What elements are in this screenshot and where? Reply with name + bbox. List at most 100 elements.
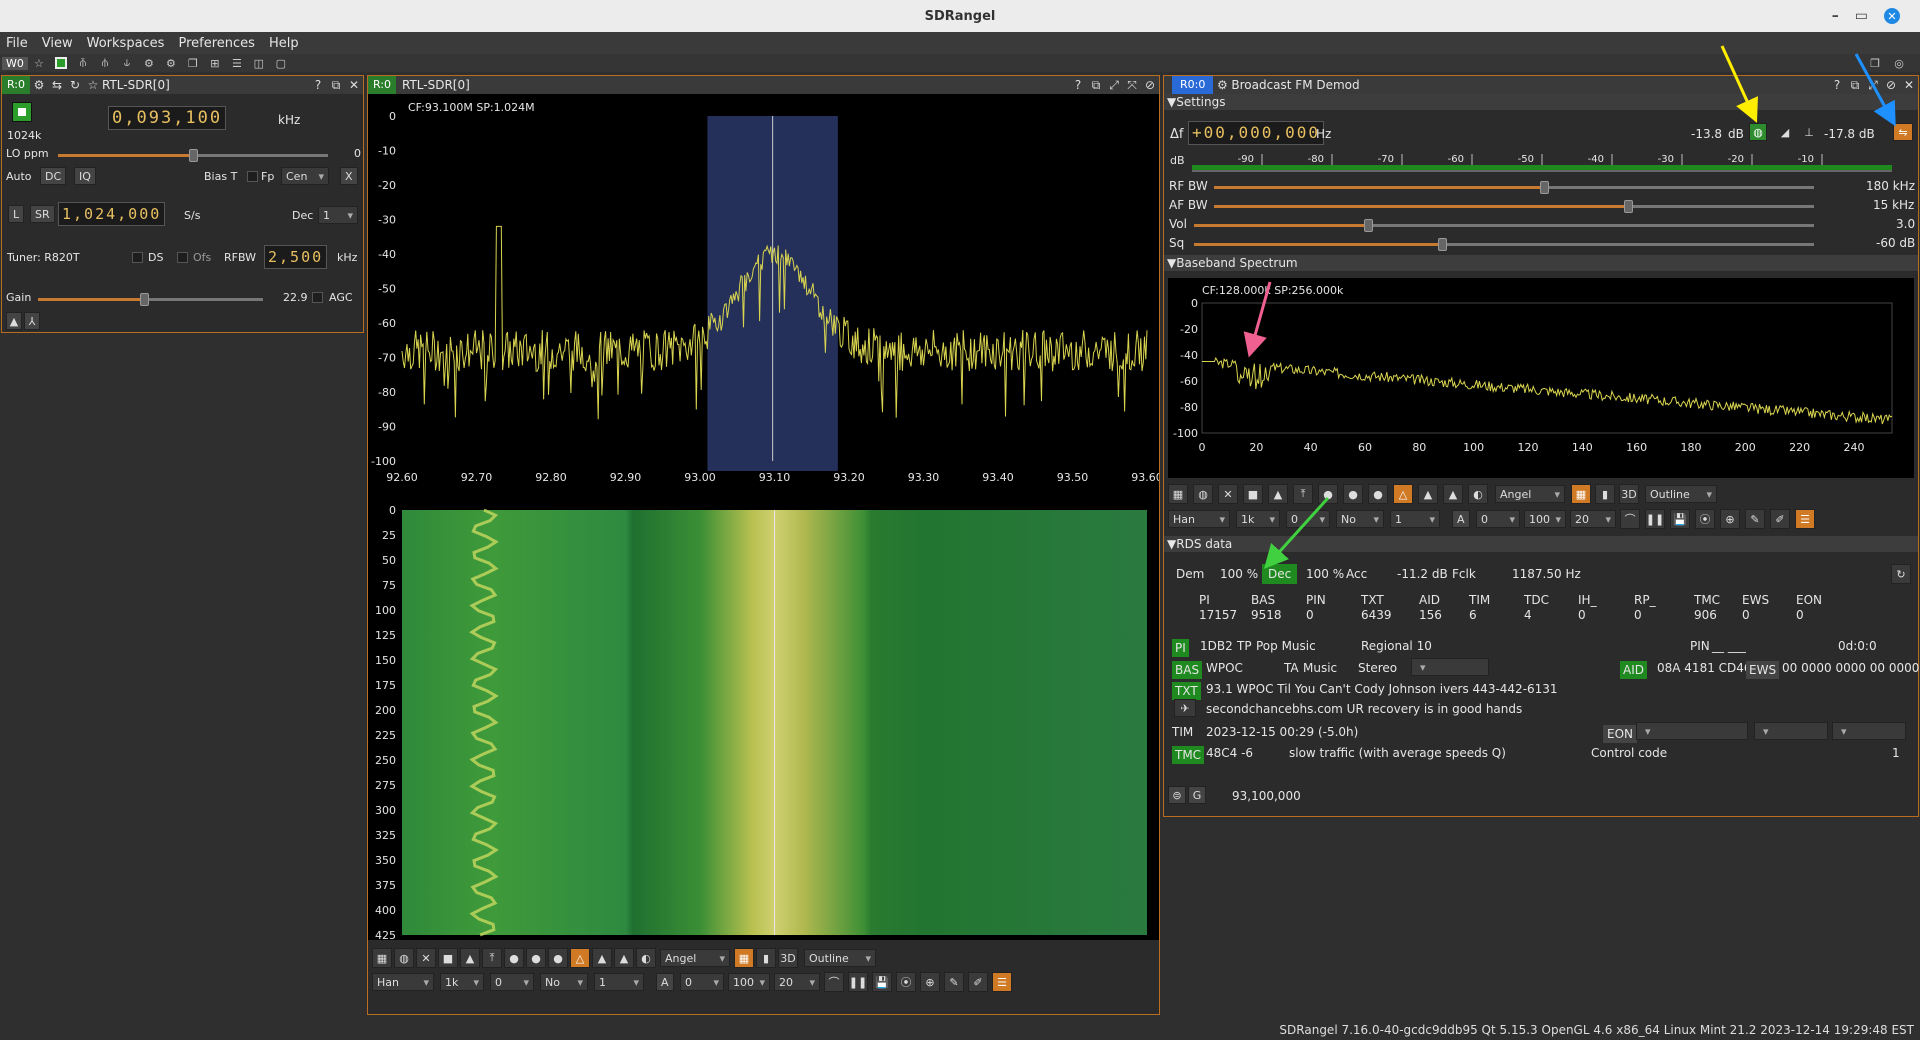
eon-select-2[interactable] — [1754, 722, 1828, 740]
broadcast-icon[interactable]: ⦿ — [896, 972, 916, 992]
marker2-icon[interactable]: ▲ — [614, 948, 634, 968]
help-icon[interactable]: ? — [1828, 78, 1846, 92]
peak-marker-icon[interactable]: △ — [1393, 484, 1413, 504]
marker-icon[interactable]: ▲ — [1418, 484, 1438, 504]
bb-ref-spin[interactable]: 0 — [1286, 510, 1330, 528]
favorite-icon[interactable]: ☆ — [84, 78, 102, 92]
bb-fft-size-select[interactable]: 1k — [1236, 510, 1280, 528]
avg-select[interactable]: 1 — [594, 973, 644, 991]
range-spin[interactable]: 100 — [728, 973, 770, 991]
grid-icon[interactable]: ▦ — [1168, 484, 1188, 504]
maximize-icon[interactable]: ⤧ — [1123, 78, 1141, 93]
feature-presets-icon[interactable]: ⚙ — [160, 55, 182, 71]
ruler-icon[interactable]: ✎ — [944, 972, 964, 992]
settings-icon[interactable]: ⚙ — [30, 78, 48, 92]
fps-select[interactable]: 20 — [774, 973, 820, 991]
auto-stack-icon[interactable]: ▢ — [270, 55, 292, 71]
max-hold-icon[interactable]: ⤒ — [482, 948, 502, 968]
bb-avg-select[interactable]: 1 — [1390, 510, 1440, 528]
undock-icon[interactable]: ⧉ — [327, 78, 345, 93]
overlap-select[interactable]: No — [540, 973, 588, 991]
linear-icon[interactable]: ⌒ — [1620, 509, 1640, 529]
mimo-icon[interactable]: ⅄ — [24, 312, 40, 330]
x-button[interactable]: X — [340, 167, 358, 185]
afbw-slider[interactable] — [1214, 200, 1814, 213]
grid-icon[interactable]: ▦ — [372, 948, 392, 968]
baseband-section-header[interactable]: ▼ Baseband Spectrum — [1164, 255, 1918, 271]
rfbw-slider[interactable] — [1214, 181, 1814, 194]
avg-icon[interactable]: ● — [1318, 484, 1338, 504]
sr-button[interactable]: SR — [30, 205, 55, 223]
save-icon[interactable]: 💾 — [1670, 509, 1690, 529]
eon-select-3[interactable] — [1832, 722, 1906, 740]
palette-icon[interactable]: ◐ — [636, 948, 656, 968]
spectrum-waterfall-icon[interactable]: ▦ — [1571, 484, 1591, 504]
df-lcd[interactable]: +00,000,000 — [1188, 121, 1324, 145]
eon-select-1[interactable] — [1636, 722, 1748, 740]
undock-icon[interactable]: ⧉ — [1087, 78, 1105, 93]
tile-icon[interactable]: ⊞ — [204, 55, 226, 71]
3dmap-icon[interactable]: 3D — [778, 948, 798, 968]
3d-icon[interactable]: ▮ — [756, 948, 776, 968]
stack-vertical-icon[interactable]: ◫ — [248, 55, 270, 71]
fullscreen-icon[interactable]: ⤢ — [1105, 78, 1123, 93]
close-icon[interactable]: ✕ — [1884, 8, 1900, 24]
clear-icon[interactable]: ✕ — [416, 948, 436, 968]
help-icon[interactable]: ? — [1069, 78, 1087, 92]
change-device-icon[interactable]: ⇆ — [48, 78, 66, 92]
peak-icon[interactable]: ▲ — [460, 948, 480, 968]
fft-size-select[interactable]: 1k — [440, 973, 484, 991]
window-select[interactable]: Han — [372, 973, 434, 991]
wrench-icon[interactable]: ✐ — [968, 972, 988, 992]
add-tx-icon[interactable]: ⫛ — [94, 55, 116, 71]
iq-button[interactable]: IQ — [74, 167, 96, 185]
target-icon[interactable]: ⊕ — [1720, 509, 1740, 529]
waterfall-display[interactable]: 0 25 50 75 100 125 150 175 200 225 250 275 300 325 350… — [368, 500, 1159, 940]
bb-overlap-select[interactable]: No — [1336, 510, 1384, 528]
avg-icon[interactable]: ● — [504, 948, 524, 968]
hist-icon[interactable]: ● — [1343, 484, 1363, 504]
bb-palette-select[interactable]: Angel — [1495, 485, 1565, 503]
undock-icon[interactable]: ⧉ — [1846, 78, 1864, 93]
menu-icon[interactable]: ☰ — [992, 972, 1012, 992]
gradient-icon[interactable]: ◍ — [394, 948, 414, 968]
ref-spin[interactable]: 0 — [680, 973, 724, 991]
menu-preferences[interactable]: Preferences — [178, 36, 254, 51]
frequency-sync-icon[interactable]: G — [1188, 786, 1206, 804]
txt-toggle-icon[interactable]: ✈ — [1174, 699, 1196, 717]
start-stop-button[interactable] — [12, 102, 32, 122]
rfbw-lcd[interactable]: 2,500 — [264, 245, 328, 269]
center-frequency-lcd[interactable]: 0,093,100 — [108, 106, 227, 130]
menu-icon[interactable]: ☰ — [1795, 509, 1815, 529]
close-icon[interactable]: ✕ — [345, 78, 363, 92]
audio-device-icon[interactable]: ⇋ — [1893, 123, 1913, 141]
bb-window-select[interactable]: Han — [1168, 510, 1230, 528]
bias-t-checkbox[interactable] — [247, 171, 258, 182]
menu-file[interactable]: File — [6, 36, 28, 51]
hist-icon[interactable]: ● — [526, 948, 546, 968]
3d-icon[interactable]: ▮ — [1595, 484, 1615, 504]
ds-checkbox[interactable] — [132, 252, 143, 263]
add-feature-icon[interactable]: ⚙ — [138, 55, 160, 71]
ofs-checkbox[interactable] — [177, 252, 188, 263]
agc-checkbox[interactable] — [312, 292, 323, 303]
target-icon[interactable]: ⊕ — [920, 972, 940, 992]
spectrum-waterfall-icon[interactable]: ▦ — [734, 948, 754, 968]
pause-icon[interactable]: ❚❚ — [1645, 509, 1665, 529]
add-rx-icon[interactable]: ⫚ — [72, 55, 94, 71]
menu-help[interactable]: Help — [269, 36, 299, 51]
menu-view[interactable]: View — [42, 36, 73, 51]
rds-combo[interactable] — [1411, 658, 1489, 676]
fc-position-select[interactable]: Cen — [281, 167, 329, 185]
hide-icon[interactable]: ◎ — [1888, 55, 1910, 71]
pause-icon[interactable]: ❚❚ — [848, 972, 868, 992]
maximize-icon[interactable]: ▭ — [1855, 8, 1868, 24]
auto-scale-button[interactable]: A — [656, 973, 674, 991]
live-icon[interactable]: ■ — [438, 948, 458, 968]
undock-icon[interactable]: ❐ — [1864, 55, 1886, 71]
l-button[interactable]: L — [8, 205, 25, 223]
hide-icon[interactable]: ⊘ — [1141, 78, 1159, 92]
cascade-icon[interactable]: ❐ — [182, 55, 204, 71]
save-icon[interactable]: 💾 — [872, 972, 892, 992]
baseband-spectrum-chart[interactable]: CF:128.000k SP:256.000k 0 -20 -40 -60 -80 -100… — [1168, 278, 1914, 478]
